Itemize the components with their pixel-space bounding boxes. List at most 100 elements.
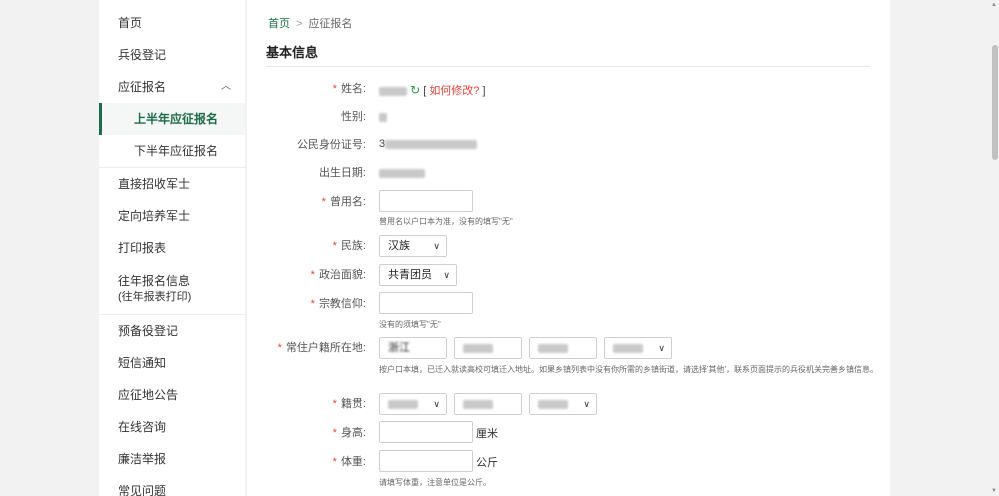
scroll-up-icon[interactable]: ▲ bbox=[991, 2, 997, 8]
sidebar-item-label: 首页 bbox=[118, 16, 143, 30]
residence-hint: 按户口本填，已迁入就读高校可填迁入地址。如果乡镇列表中没有你所需的乡镇街道，请选… bbox=[379, 365, 879, 374]
redacted-value bbox=[379, 86, 407, 96]
weight-unit: 公斤 bbox=[476, 457, 498, 469]
sidebar-item-label: 打印报表 bbox=[118, 241, 167, 255]
sidebar-item-label: 兵役登记 bbox=[118, 48, 167, 62]
residence-town-select[interactable]: ∨ bbox=[604, 337, 672, 359]
sidebar-item-label: 短信通知 bbox=[118, 356, 167, 370]
section-title: 基本信息 bbox=[266, 45, 319, 60]
field-label: * 曾用名: bbox=[321, 196, 366, 208]
breadcrumb-home[interactable]: 首页 bbox=[268, 18, 290, 30]
weight-hint: 请填写体重，注意单位是公斤。 bbox=[379, 478, 491, 487]
how-to-modify-link[interactable]: 如何修改? bbox=[429, 85, 479, 97]
required-asterisk: * bbox=[310, 298, 315, 310]
ethnicity-select[interactable]: 汉族 ∨ bbox=[379, 235, 447, 257]
height-unit: 厘米 bbox=[476, 428, 498, 440]
sidebar-item-past-signup-info[interactable]: 往年报名信息 (往年报表打印) bbox=[99, 264, 245, 314]
sidebar-item-faq[interactable]: 常见问题 bbox=[99, 475, 245, 496]
sidebar-item-reserve-registration[interactable]: 预备役登记 bbox=[99, 315, 245, 347]
field-label: * 常住户籍所在地: bbox=[277, 342, 366, 354]
residence-city-select[interactable] bbox=[454, 337, 522, 359]
sidebar-item-label: 常见问题 bbox=[118, 484, 167, 496]
sidebar-item-home[interactable]: 首页 bbox=[99, 7, 245, 39]
sidebar: 首页 兵役登记 应征报名 ︿ 上半年应征报名 下半年应征报名 直接招收军士 定向培… bbox=[99, 0, 245, 496]
form-row-religion: * 宗教信仰: bbox=[247, 292, 890, 314]
bracket: [ bbox=[423, 85, 427, 97]
sidebar-item-directed-training-nco[interactable]: 定向培养军士 bbox=[99, 200, 245, 232]
field-label: * 身高: bbox=[332, 427, 366, 439]
required-asterisk: * bbox=[332, 240, 337, 252]
sidebar-item-second-half-signup[interactable]: 下半年应征报名 bbox=[99, 135, 245, 167]
refresh-icon[interactable]: ↻ bbox=[410, 83, 420, 97]
scrollbar[interactable]: ▲ ▼ bbox=[990, 0, 999, 496]
political-status-select[interactable]: 共青团员 ∨ bbox=[379, 264, 457, 286]
form-row-former-name: * 曾用名: bbox=[247, 190, 890, 212]
field-label: 出生日期: bbox=[318, 167, 366, 179]
sidebar-item-print-report[interactable]: 打印报表 bbox=[99, 232, 245, 264]
native-city-select[interactable] bbox=[454, 393, 522, 415]
sidebar-item-label: 预备役登记 bbox=[118, 324, 179, 338]
main-content: 首页 > 应征报名 基本信息 * 姓名: ↻ [ 如何修改? ] 性别: 公民身份证号… bbox=[247, 0, 890, 496]
bracket: ] bbox=[482, 85, 486, 97]
breadcrumb: 首页 > 应征报名 bbox=[268, 15, 352, 31]
religion-hint: 没有的须填写"无" bbox=[379, 320, 441, 329]
scroll-down-icon[interactable]: ▼ bbox=[991, 488, 997, 494]
name-value: ↻ [ 如何修改? ] bbox=[379, 82, 486, 98]
sidebar-item-first-half-signup[interactable]: 上半年应征报名 bbox=[99, 103, 245, 135]
residence-province-select[interactable]: 浙江 bbox=[379, 337, 447, 359]
form-row-name: * 姓名: ↻ [ 如何修改? ] bbox=[247, 78, 890, 98]
former-name-hint: 曾用名以户口本为准，没有的填写"无" bbox=[379, 217, 513, 226]
required-asterisk: * bbox=[277, 342, 282, 354]
form-row-weight: * 体重: 公斤 bbox=[247, 450, 890, 472]
field-label: * 体重: bbox=[332, 456, 366, 468]
sidebar-item-military-registration[interactable]: 兵役登记 bbox=[99, 39, 245, 71]
sidebar-item-online-consult[interactable]: 在线咨询 bbox=[99, 411, 245, 443]
redacted-value bbox=[379, 168, 425, 178]
scrollbar-thumb[interactable] bbox=[992, 45, 998, 160]
breadcrumb-separator: > bbox=[296, 18, 303, 30]
form-row-political-status: * 政治面貌: 共青团员 ∨ bbox=[247, 264, 890, 286]
religion-input[interactable] bbox=[379, 292, 473, 314]
form-row-id-number: 公民身份证号: 3 bbox=[247, 134, 890, 154]
native-province-select[interactable]: ∨ bbox=[379, 393, 447, 415]
sidebar-item-label: 往年报名信息 bbox=[118, 274, 191, 288]
chevron-up-icon: ︿ bbox=[221, 81, 231, 92]
form-row-native-place: * 籍贯: ∨ ∨ bbox=[247, 393, 890, 415]
sidebar-item-label: 定向培养军士 bbox=[118, 209, 191, 223]
divider bbox=[266, 66, 870, 67]
residence-county-select[interactable] bbox=[529, 337, 597, 359]
breadcrumb-current: 应征报名 bbox=[308, 18, 353, 30]
sidebar-item-label: 上半年应征报名 bbox=[134, 112, 219, 126]
sidebar-item-enlistment-signup[interactable]: 应征报名 ︿ bbox=[99, 71, 245, 103]
required-asterisk: * bbox=[332, 83, 337, 95]
form-row-residence: * 常住户籍所在地: 浙江 ∨ bbox=[247, 337, 890, 359]
sidebar-item-sublabel: (往年报表打印) bbox=[118, 291, 192, 303]
chevron-down-icon: ∨ bbox=[433, 399, 440, 409]
required-asterisk: * bbox=[321, 196, 326, 208]
sidebar-item-direct-recruit-nco[interactable]: 直接招收军士 bbox=[99, 168, 245, 200]
field-label: * 民族: bbox=[332, 240, 366, 252]
redacted-value bbox=[379, 112, 387, 122]
field-label: 公民身份证号: bbox=[296, 139, 366, 151]
native-county-select[interactable]: ∨ bbox=[529, 393, 597, 415]
former-name-input[interactable] bbox=[379, 190, 473, 212]
form-row-ethnicity: * 民族: 汉族 ∨ bbox=[247, 235, 890, 257]
field-label: * 政治面貌: bbox=[310, 269, 366, 281]
sidebar-item-label: 应征地公告 bbox=[118, 388, 179, 402]
field-label: 性别: bbox=[340, 111, 366, 123]
chevron-down-icon: ∨ bbox=[658, 343, 665, 353]
chevron-down-icon: ∨ bbox=[443, 270, 450, 280]
sidebar-item-label: 廉洁举报 bbox=[118, 452, 167, 466]
field-label: * 籍贯: bbox=[332, 398, 366, 410]
weight-input[interactable] bbox=[379, 450, 473, 472]
sidebar-item-sms-notice[interactable]: 短信通知 bbox=[99, 347, 245, 379]
field-label: * 宗教信仰: bbox=[310, 298, 366, 310]
height-input[interactable] bbox=[379, 421, 473, 443]
chevron-down-icon: ∨ bbox=[583, 399, 590, 409]
required-asterisk: * bbox=[332, 456, 337, 468]
form-row-birth-date: 出生日期: bbox=[247, 162, 890, 182]
sidebar-item-announcements[interactable]: 应征地公告 bbox=[99, 379, 245, 411]
required-asterisk: * bbox=[332, 398, 337, 410]
sidebar-item-integrity-report[interactable]: 廉洁举报 bbox=[99, 443, 245, 475]
sidebar-item-label: 下半年应征报名 bbox=[134, 144, 219, 158]
